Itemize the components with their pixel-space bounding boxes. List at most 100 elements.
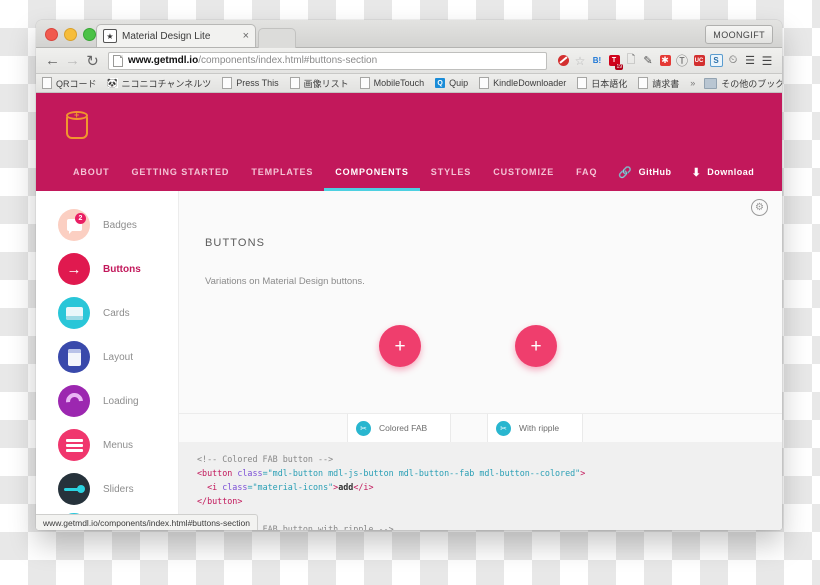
layout-icon — [58, 341, 90, 373]
logo-plus: + — [74, 110, 80, 120]
close-icon[interactable]: × — [243, 30, 249, 42]
status-bar: www.getmdl.io/components/index.html#butt… — [36, 514, 258, 530]
bookmark-label: Press This — [236, 78, 279, 88]
close-window-button[interactable] — [45, 28, 58, 41]
page-icon — [42, 77, 52, 89]
sidebar-item-badges[interactable]: 2 Badges — [36, 203, 178, 247]
bookmark-label: 日本語化 — [591, 78, 628, 89]
bookmark-item[interactable]: 🐼 ニコニコチャンネルツ — [106, 77, 212, 90]
page-icon — [222, 77, 233, 89]
code-text: add — [338, 482, 354, 492]
chrome-menu-icon[interactable]: ☰ — [760, 54, 774, 68]
nav-item-about[interactable]: ABOUT — [62, 153, 121, 191]
copy-icon[interactable]: 🗋 — [624, 54, 638, 68]
account-button[interactable]: MOONGIFT — [705, 25, 773, 44]
sidebar-item-loading[interactable]: Loading — [36, 379, 178, 423]
s-icon[interactable]: S — [709, 54, 723, 68]
bookmark-item[interactable]: MobileTouch — [359, 77, 425, 89]
nav-item-components[interactable]: COMPONENTS — [324, 153, 420, 191]
layers-icon[interactable]: ☰ — [743, 54, 757, 68]
address-bar[interactable]: www.getmdl.io/components/index.html#butt… — [108, 51, 547, 70]
uc-icon[interactable]: UC — [692, 54, 706, 68]
tab-label: Colored FAB — [379, 423, 428, 433]
bookmark-label: 請求書 — [652, 78, 680, 89]
page-icon — [289, 77, 300, 89]
clock-icon[interactable]: ⏲ — [726, 54, 740, 68]
panda-icon: 🐼 — [106, 77, 119, 88]
sidebar-item-label: Buttons — [103, 263, 141, 275]
code-attr: class — [237, 468, 263, 478]
bookmark-item[interactable]: Press This — [222, 77, 279, 89]
adblock-icon[interactable] — [556, 54, 570, 68]
download-link[interactable]: ⬇ Download — [682, 153, 765, 191]
page-title: BUTTONS — [205, 237, 266, 249]
sidebar-item-cards[interactable]: Cards — [36, 291, 178, 335]
asterisk-icon[interactable]: ✱ — [658, 54, 672, 68]
bookmark-item[interactable]: 画像リスト — [289, 77, 349, 90]
page-icon — [359, 77, 370, 89]
sidebar-item-buttons[interactable]: → Buttons — [36, 247, 178, 291]
code-snippet-panel[interactable]: <!-- Colored FAB button --> <button clas… — [179, 442, 782, 530]
quip-icon: Q — [435, 78, 446, 88]
forward-button[interactable]: → — [64, 52, 81, 69]
nav-item-getting-started[interactable]: GETTING STARTED — [121, 153, 241, 191]
sidebar-item-label: Cards — [103, 307, 130, 319]
bookmark-item[interactable]: QRコード — [42, 77, 97, 90]
pen-icon[interactable]: ✎ — [641, 54, 655, 68]
code-snippet-icon: ✂ — [356, 420, 371, 436]
hatena-bookmark-icon[interactable]: B! — [590, 54, 604, 68]
download-icon: ⬇ — [691, 166, 702, 179]
code-tag-open: <i — [197, 482, 223, 492]
code-line-comment: <!-- Colored FAB button --> — [197, 454, 334, 464]
page-icon — [577, 77, 588, 89]
reload-button[interactable]: ↻ — [84, 52, 101, 70]
nav-item-faq[interactable]: FAQ — [565, 153, 608, 191]
browser-tab[interactable]: ★ Material Design Lite × — [96, 24, 256, 47]
bookmark-label: ニコニコチャンネルツ — [121, 78, 212, 89]
sidebar-item-menus[interactable]: Menus — [36, 423, 178, 467]
todoist-icon[interactable]: T 19 — [607, 54, 623, 70]
sidebar-item-layout[interactable]: Layout — [36, 335, 178, 379]
bookmark-label: MobileTouch — [373, 78, 425, 88]
nav-item-templates[interactable]: TEMPLATES — [240, 153, 324, 191]
gear-icon[interactable]: ⚙ — [751, 199, 768, 216]
github-link[interactable]: 🔗 GitHub — [608, 153, 681, 191]
bookmark-item[interactable]: 請求書 — [638, 77, 679, 90]
evernote-icon[interactable]: Ⓣ — [675, 54, 689, 68]
nav-item-styles[interactable]: STYLES — [420, 153, 482, 191]
link-icon: 🔗 — [618, 166, 633, 179]
demo-tabstrip: ✂ Colored FAB ✂ With ripple — [179, 413, 782, 443]
code-attr: class — [222, 482, 248, 492]
ripple-fab-button[interactable]: + — [515, 325, 557, 367]
bookmark-star-icon[interactable]: ☆ — [573, 54, 587, 68]
bookmark-item[interactable]: KindleDownloader — [479, 77, 566, 89]
bookmark-item[interactable]: 日本語化 — [577, 77, 627, 90]
bookmark-label: Quip — [449, 78, 469, 88]
back-button[interactable]: ← — [44, 52, 61, 69]
colored-fab-button[interactable]: + — [379, 325, 421, 367]
zoom-window-button[interactable] — [83, 28, 96, 41]
new-tab-button[interactable] — [258, 28, 296, 48]
tab-title: Material Design Lite — [122, 30, 211, 42]
nav-item-customize[interactable]: CUSTOMIZE — [482, 153, 565, 191]
bookmarks-overflow-button[interactable]: » — [690, 78, 695, 88]
window-controls — [45, 28, 96, 41]
browser-window: ★ Material Design Lite × MOONGIFT ← → ↻ … — [36, 20, 782, 530]
page-viewport: + ABOUT GETTING STARTED TEMPLATES COMPON… — [36, 93, 782, 530]
other-bookmarks-folder[interactable]: その他のブックマーク — [704, 77, 782, 90]
code-snippet-icon: ✂ — [496, 420, 511, 436]
components-sidebar: 2 Badges → Buttons Cards Layout Loading … — [36, 191, 178, 530]
page-info-icon[interactable] — [113, 54, 123, 67]
tab-with-ripple[interactable]: ✂ With ripple — [487, 414, 583, 442]
sidebar-item-sliders[interactable]: Sliders — [36, 467, 178, 511]
bookmark-item[interactable]: Q Quip — [435, 78, 468, 88]
tab-colored-fab[interactable]: ✂ Colored FAB — [347, 414, 451, 442]
github-label: GitHub — [638, 167, 672, 177]
sidebar-item-label: Sliders — [103, 483, 134, 495]
minimize-window-button[interactable] — [64, 28, 77, 41]
section-description: Variations on Material Design buttons. — [205, 276, 365, 287]
todoist-badge-count: 19 — [615, 63, 623, 70]
mdl-logo[interactable]: + — [66, 111, 88, 139]
menus-icon — [58, 429, 90, 461]
bookmark-label: QRコード — [56, 78, 97, 89]
